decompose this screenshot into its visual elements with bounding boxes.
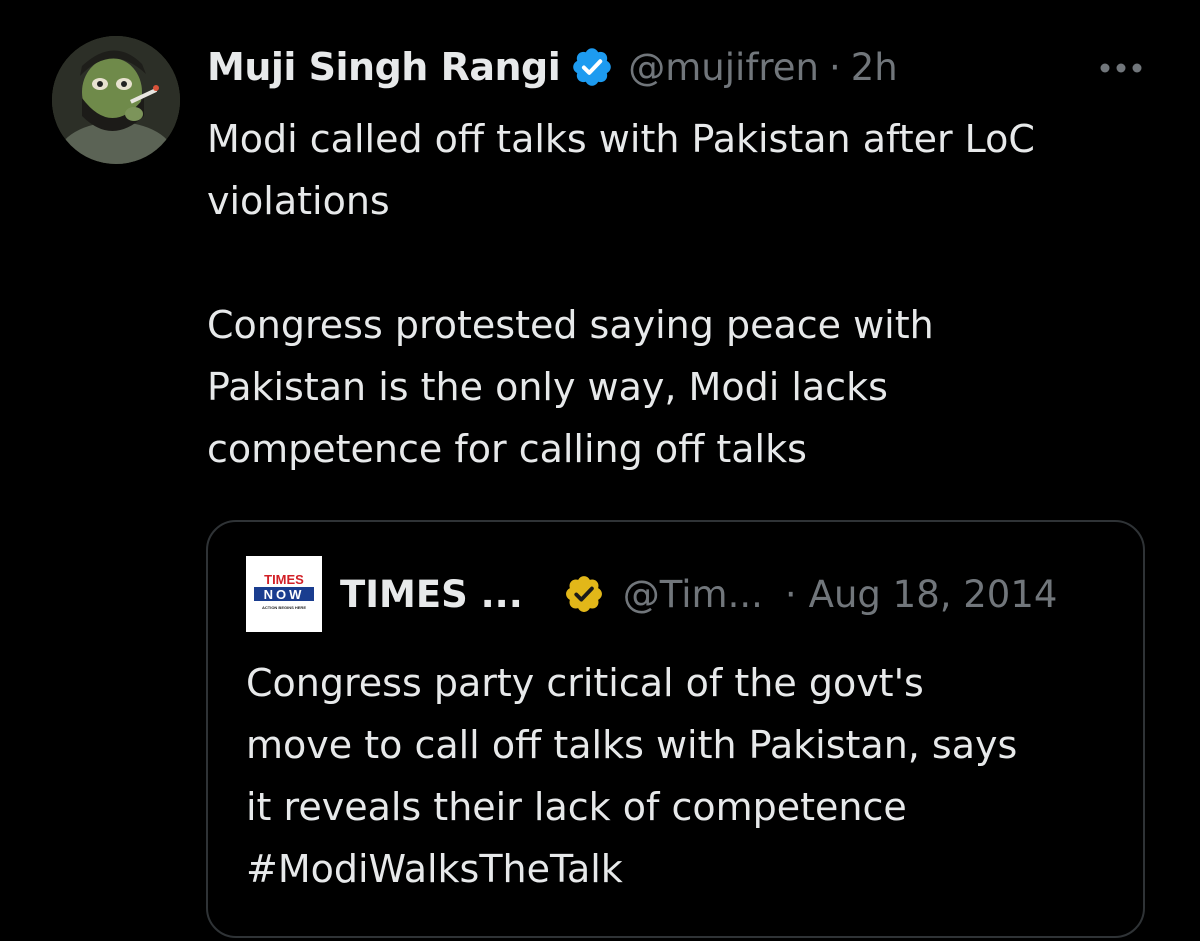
logo-text-top: TIMES bbox=[264, 572, 304, 587]
tweet-line: Pakistan is the only way, Modi lacks bbox=[207, 365, 888, 409]
tweet-line: violations bbox=[207, 179, 390, 223]
quoted-display-name[interactable]: TIMES ... bbox=[340, 573, 523, 616]
gold-verified-badge-icon bbox=[563, 573, 605, 615]
quoted-tweet[interactable]: TIMES NOW ACTION BEGINS HERE TIMES ... @… bbox=[206, 520, 1145, 938]
tweet-line: Modi called off talks with Pakistan afte… bbox=[207, 117, 1035, 161]
author-handle[interactable]: @mujifren bbox=[628, 46, 819, 89]
verified-badge-icon bbox=[570, 45, 614, 89]
header-separator: · bbox=[828, 45, 841, 89]
tweet-header: Muji Singh Rangi @mujifren · 2h bbox=[207, 42, 898, 92]
quoted-line: move to call off talks with Pakistan, sa… bbox=[246, 723, 1018, 767]
tweet-text: Modi called off talks with Pakistan afte… bbox=[207, 108, 1167, 480]
avatar-image bbox=[52, 36, 180, 164]
tweet-line: Congress protested saying peace with bbox=[207, 303, 934, 347]
logo-text-bottom: NOW bbox=[264, 587, 305, 602]
logo-tagline: ACTION BEGINS HERE bbox=[262, 605, 306, 610]
tweet[interactable]: Muji Singh Rangi @mujifren · 2h Modi cal… bbox=[0, 0, 1200, 941]
hashtag-link[interactable]: #ModiWalksTheTalk bbox=[246, 838, 1126, 900]
tweet-line: competence for calling off talks bbox=[207, 427, 807, 471]
quoted-tweet-text: Congress party critical of the govt's mo… bbox=[246, 652, 1126, 900]
author-avatar[interactable] bbox=[52, 36, 180, 164]
quoted-date[interactable]: Aug 18, 2014 bbox=[809, 573, 1058, 616]
quoted-line: it reveals their lack of competence bbox=[246, 785, 907, 829]
author-display-name[interactable]: Muji Singh Rangi bbox=[207, 45, 561, 89]
quoted-avatar-logo[interactable]: TIMES NOW ACTION BEGINS HERE bbox=[246, 556, 322, 632]
tweet-timestamp[interactable]: 2h bbox=[851, 46, 898, 89]
quoted-handle[interactable]: @Tim... bbox=[623, 573, 763, 616]
quoted-tweet-header: TIMES NOW ACTION BEGINS HERE TIMES ... @… bbox=[246, 556, 1057, 632]
more-horizontal-icon[interactable] bbox=[1098, 60, 1144, 74]
quoted-line: Congress party critical of the govt's bbox=[246, 661, 924, 705]
quoted-header-separator: · bbox=[784, 572, 797, 616]
